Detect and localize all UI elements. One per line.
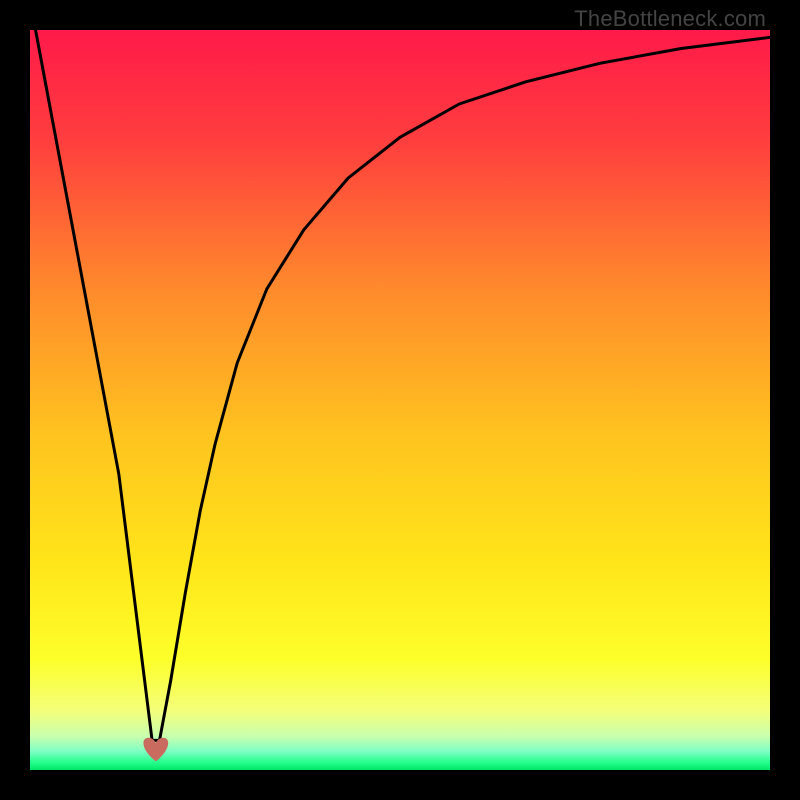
chart-frame: TheBottleneck.com	[0, 0, 800, 800]
plot-area	[30, 30, 770, 770]
chart-svg	[30, 30, 770, 770]
watermark-text: TheBottleneck.com	[574, 6, 766, 32]
